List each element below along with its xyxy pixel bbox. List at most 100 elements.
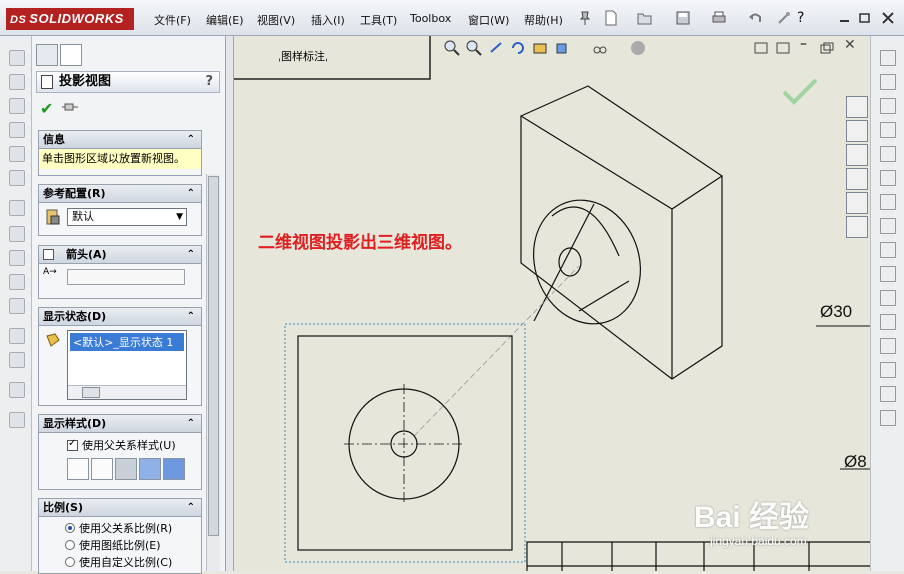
tab-property-manager[interactable] [60,44,82,66]
collapse-chevron-icon[interactable]: ⌃ [187,308,195,325]
collapse-chevron-icon[interactable]: ⌃ [187,415,195,432]
home-icon[interactable] [846,96,868,118]
annotation-tool-icon[interactable] [880,386,896,402]
display-state-list[interactable]: <默认>_显示状态 1 [67,330,187,400]
shaded-with-edges-button[interactable] [139,458,161,480]
panel-splitter[interactable] [226,36,234,571]
hidden-lines-visible-button[interactable] [91,458,113,480]
help-question-icon[interactable]: ? [797,10,804,26]
help-button[interactable]: ? [205,72,213,92]
shaded-button[interactable] [163,458,185,480]
strip-tool-icon[interactable] [9,74,25,90]
reference-config-select[interactable]: 默认 ▼ [67,208,187,226]
new-document-icon[interactable] [602,9,620,27]
hidden-lines-removed-button[interactable] [115,458,137,480]
graphics-area[interactable]: ˌ图样标注ˌ – ✕ 二维视图投影出三维视图。 Ø30 Ø8 Bai 经验 ji… [234,36,870,571]
solidworks-logo[interactable]: DS SOLIDWORKS [6,8,134,30]
group-header[interactable]: 显示状态(D) ⌃ [39,308,201,326]
arrow-label-field[interactable] [67,269,185,285]
annotation-tool-icon[interactable] [880,146,896,162]
annotation-tool-icon[interactable] [880,170,896,186]
menu-window[interactable]: 窗口(W) [468,12,509,28]
design-library-icon[interactable] [846,120,868,142]
strip-tool-icon[interactable] [9,98,25,114]
menu-file[interactable]: 文件(F) [154,12,191,28]
menu-help[interactable]: 帮助(H) [524,12,563,28]
strip-tool-icon[interactable] [9,328,25,344]
use-parent-style-checkbox[interactable] [67,438,78,451]
group-header[interactable]: 箭头(A) ⌃ [39,246,201,264]
annotation-tool-icon[interactable] [880,50,896,66]
annotation-tool-icon[interactable] [880,362,896,378]
view-palette-icon[interactable] [846,168,868,190]
section-view-icon[interactable] [532,40,548,56]
scale-option-sheet[interactable]: 使用图纸比例(E) [65,537,201,554]
tab-feature-tree[interactable] [36,44,58,66]
doc-restore-icon[interactable] [820,42,834,54]
rotate-view-icon[interactable] [510,40,526,56]
pushpin-icon[interactable] [62,102,78,112]
strip-tool-icon[interactable] [9,122,25,138]
pm-vertical-scrollbar[interactable] [206,174,220,571]
annotation-tool-icon[interactable] [880,122,896,138]
collapse-chevron-icon[interactable]: ⌃ [187,246,195,263]
strip-tool-icon[interactable] [9,412,25,428]
menu-toolbox[interactable]: Toolbox [410,12,451,25]
doc-minimize-icon[interactable]: – [800,36,807,52]
zoom-to-fit-icon[interactable] [444,40,460,56]
group-header[interactable]: 显示样式(D) ⌃ [39,415,201,433]
list-item[interactable]: <默认>_显示状态 1 [70,333,184,351]
strip-tool-icon[interactable] [9,250,25,266]
strip-tool-icon[interactable] [9,146,25,162]
open-folder-icon[interactable] [636,9,654,27]
ok-check-icon[interactable]: ✔ [40,99,53,118]
tile-left-icon[interactable] [754,42,768,54]
use-parent-style-option[interactable]: 使用父关系样式(U) [39,433,201,453]
collapse-chevron-icon[interactable]: ⌃ [187,185,195,202]
annotation-tool-icon[interactable] [880,98,896,114]
group-header[interactable]: 比例(S) ⌃ [39,499,201,517]
annotation-tool-icon[interactable] [880,194,896,210]
strip-tool-icon[interactable] [9,226,25,242]
view-orientation-icon[interactable] [554,40,570,56]
strip-tool-icon[interactable] [9,382,25,398]
dimension-diameter-8[interactable]: Ø8 [844,452,867,472]
strip-tool-icon[interactable] [9,298,25,314]
strip-tool-icon[interactable] [9,170,25,186]
wireframe-style-button[interactable] [67,458,89,480]
dimension-diameter-30[interactable]: Ø30 [820,302,852,322]
print-icon[interactable] [710,9,728,27]
scale-option-custom[interactable]: 使用自定义比例(C) [65,554,201,571]
doc-close-icon[interactable]: ✕ [844,37,856,53]
minimize-icon[interactable] [836,9,854,27]
close-icon[interactable] [879,9,897,27]
collapse-chevron-icon[interactable]: ⌃ [187,499,195,516]
menu-tools[interactable]: 工具(T) [360,12,397,28]
custom-properties-icon[interactable] [846,216,868,238]
strip-tool-icon[interactable] [9,274,25,290]
tile-right-icon[interactable] [776,42,790,54]
menu-edit[interactable]: 编辑(E) [206,12,244,28]
group-header[interactable]: 信息 ⌃ [39,131,201,149]
strip-tool-icon[interactable] [9,200,25,216]
annotation-tool-icon[interactable] [880,266,896,282]
menu-view[interactable]: 视图(V) [257,12,295,28]
strip-tool-icon[interactable] [9,50,25,66]
undo-icon[interactable] [746,9,764,27]
save-icon[interactable] [674,9,692,27]
annotation-tool-icon[interactable] [880,314,896,330]
appearances-icon[interactable] [846,192,868,214]
horizontal-scrollbar[interactable] [68,385,186,399]
restore-icon[interactable] [856,9,874,27]
arrow-checkbox[interactable] [43,248,54,260]
rebuild-icon[interactable] [775,9,793,27]
zoom-area-icon[interactable] [466,40,482,56]
group-header[interactable]: 参考配置(R) ⌃ [39,185,201,203]
annotation-tool-icon[interactable] [880,218,896,234]
annotation-tool-icon[interactable] [880,242,896,258]
annotation-tool-icon[interactable] [880,338,896,354]
previous-view-icon[interactable] [488,40,504,56]
hide-show-items-icon[interactable] [592,40,608,56]
annotation-tool-icon[interactable] [880,290,896,306]
annotation-tool-icon[interactable] [880,410,896,426]
